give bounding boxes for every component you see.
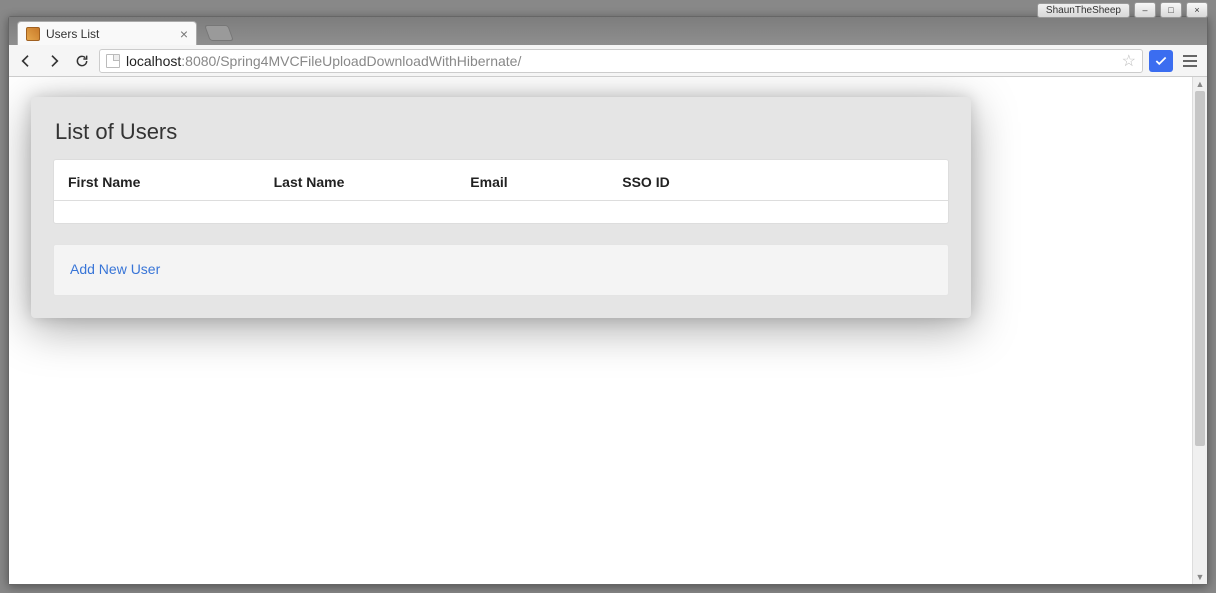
page-icon <box>106 54 120 68</box>
address-bar[interactable]: localhost:8080/Spring4MVCFileUploadDownl… <box>99 49 1143 73</box>
new-tab-button[interactable] <box>204 25 234 41</box>
os-titlebar: ShaunTheSheep – □ × <box>1037 2 1208 18</box>
window-close-button[interactable]: × <box>1186 2 1208 18</box>
users-panel: List of Users First Name Last Name Email… <box>31 97 971 318</box>
window-minimize-button[interactable]: – <box>1134 2 1156 18</box>
actions-well: Add New User <box>53 244 949 296</box>
col-last-name: Last Name <box>260 164 457 201</box>
reload-icon <box>74 53 90 69</box>
url-host: localhost <box>126 53 181 69</box>
add-new-user-link[interactable]: Add New User <box>70 261 160 277</box>
users-table-container: First Name Last Name Email SSO ID <box>53 159 949 224</box>
back-button[interactable] <box>15 50 37 72</box>
tab-title: Users List <box>46 27 99 41</box>
browser-tab-active[interactable]: Users List × <box>17 21 197 45</box>
window-maximize-button[interactable]: □ <box>1160 2 1182 18</box>
col-sso-id: SSO ID <box>608 164 948 201</box>
page-content: List of Users First Name Last Name Email… <box>9 77 1207 338</box>
browser-window: Users List × localhost:8080/Spring4MVCFi… <box>8 16 1208 585</box>
tab-strip: Users List × <box>9 17 1207 45</box>
table-header-row: First Name Last Name Email SSO ID <box>54 164 948 201</box>
minimize-icon: – <box>1142 5 1147 15</box>
extension-button[interactable] <box>1149 50 1173 72</box>
users-table: First Name Last Name Email SSO ID <box>54 164 948 201</box>
favicon-icon <box>26 27 40 41</box>
close-icon: × <box>1194 5 1199 15</box>
url-path: :8080/Spring4MVCFileUploadDownloadWithHi… <box>181 53 521 69</box>
scroll-up-icon: ▲ <box>1193 77 1207 91</box>
browser-toolbar: localhost:8080/Spring4MVCFileUploadDownl… <box>9 45 1207 77</box>
os-app-label: ShaunTheSheep <box>1037 3 1130 18</box>
hamburger-icon <box>1183 55 1197 57</box>
check-icon <box>1154 54 1168 68</box>
col-first-name: First Name <box>54 164 260 201</box>
arrow-right-icon <box>46 53 62 69</box>
tab-close-button[interactable]: × <box>180 27 188 41</box>
page-title: List of Users <box>53 119 949 145</box>
scroll-down-icon: ▼ <box>1193 570 1207 584</box>
scrollbar-thumb[interactable] <box>1195 91 1205 446</box>
reload-button[interactable] <box>71 50 93 72</box>
col-email: Email <box>456 164 608 201</box>
vertical-scrollbar[interactable]: ▲ ▼ <box>1192 77 1207 584</box>
arrow-left-icon <box>18 53 34 69</box>
browser-menu-button[interactable] <box>1179 51 1201 71</box>
forward-button[interactable] <box>43 50 65 72</box>
browser-viewport: List of Users First Name Last Name Email… <box>9 77 1207 584</box>
bookmark-star-icon[interactable]: ☆ <box>1122 51 1136 71</box>
maximize-icon: □ <box>1168 5 1173 15</box>
